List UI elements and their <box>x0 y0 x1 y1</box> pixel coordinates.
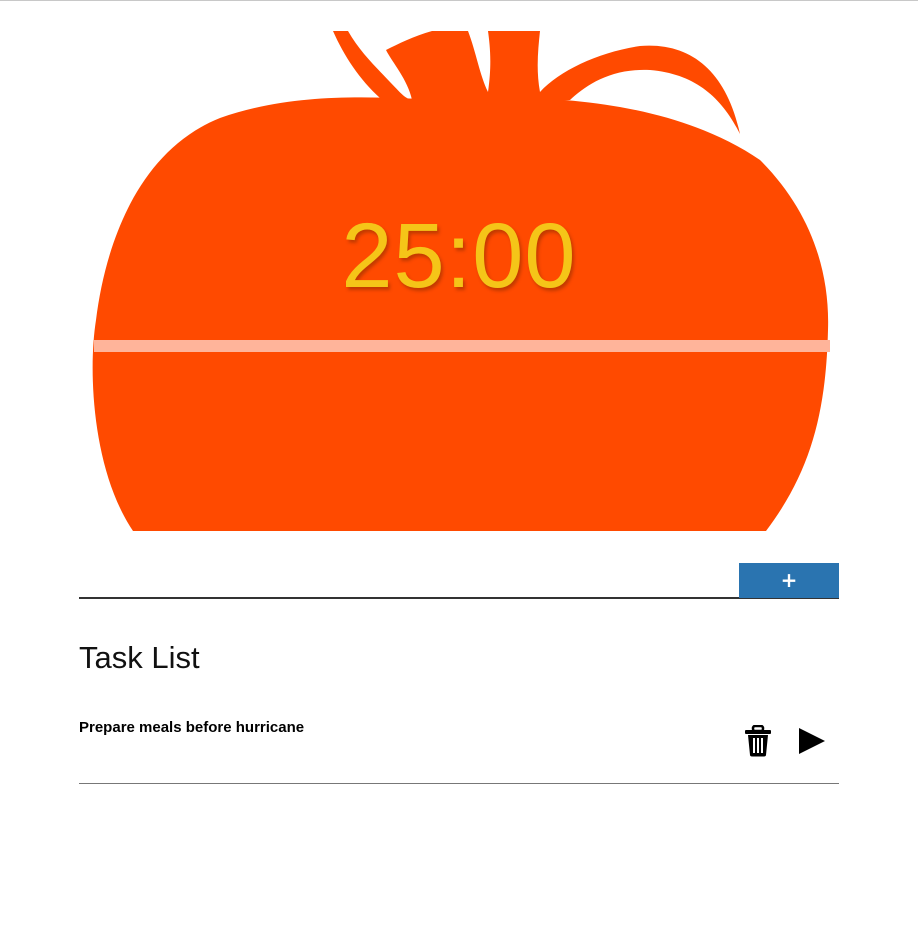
task-list-heading: Task List <box>79 640 200 675</box>
task-text: Prepare meals before hurricane <box>79 719 305 736</box>
task-list-item: Prepare meals before hurricane <box>79 716 839 784</box>
trash-icon[interactable] <box>743 725 773 757</box>
timer-display: 25:00 <box>341 205 577 307</box>
new-task-form: + <box>79 563 839 599</box>
add-task-button[interactable]: + <box>739 563 839 598</box>
tomato-stripe <box>94 340 830 352</box>
new-task-input[interactable] <box>79 563 739 599</box>
play-icon[interactable] <box>795 726 829 756</box>
input-underline <box>79 597 839 599</box>
tomato-body <box>92 97 829 531</box>
